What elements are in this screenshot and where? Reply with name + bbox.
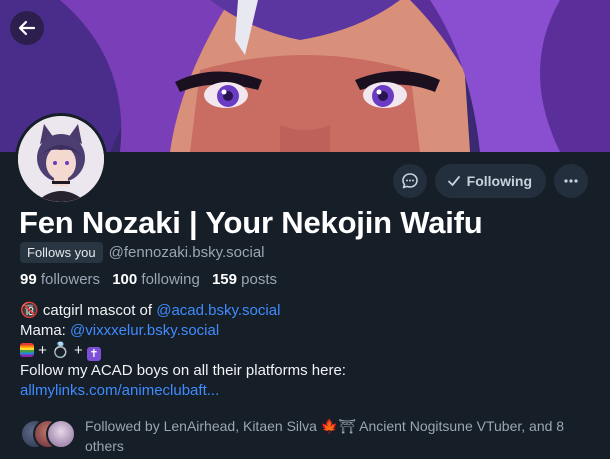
following-label: following [141, 271, 200, 288]
followers-link[interactable]: 99 followers [20, 271, 108, 288]
ellipsis-icon [564, 179, 578, 183]
more-options-button[interactable] [554, 164, 588, 198]
followed-by-avatars [20, 419, 76, 451]
bio-line-2: Mama: @vixxxelur.bsky.social [20, 321, 600, 341]
following-button[interactable]: Following [434, 164, 546, 198]
posts-stat: 159 posts [212, 271, 277, 288]
avatar-image [18, 116, 104, 202]
profile-stats: 99 followers 100 following 159 posts [20, 271, 277, 288]
profile-avatar[interactable] [15, 113, 107, 205]
check-icon [447, 176, 460, 186]
bio-line-1: 🔞 catgirl mascot of @acad.bsky.social [20, 301, 600, 321]
bio-plus-1: + [34, 342, 52, 359]
following-count: 100 [112, 271, 138, 288]
cross-icon: ✝ [86, 347, 101, 361]
acad-mention-link[interactable]: @acad.bsky.social [156, 302, 280, 319]
adult-only-emoji: 🔞 [20, 302, 39, 319]
allmylinks-link[interactable]: allmylinks.com/animeclubaft... [20, 382, 219, 399]
followed-by-section[interactable]: Followed by LenAirhead, Kitaen Silva 🍁⛩ … [20, 416, 600, 456]
bio-text-1: catgirl mascot of [38, 302, 157, 319]
followers-label: followers [40, 271, 101, 288]
rainbow-flag-icon [20, 343, 34, 357]
bio-line-3: + 💍 + ✝ [20, 341, 600, 361]
bio-line-5: allmylinks.com/animeclubaft... [20, 381, 600, 401]
profile-handle[interactable]: @fennozaki.bsky.social [109, 244, 265, 261]
followers-count: 99 [20, 271, 37, 288]
arrow-left-icon [18, 20, 36, 36]
bio-line-4: Follow my ACAD boys on all their platfor… [20, 362, 346, 379]
mama-mention-link[interactable]: @vixxxelur.bsky.social [70, 322, 219, 339]
profile-bio: 🔞 catgirl mascot of @acad.bsky.social Ma… [20, 301, 600, 401]
message-button[interactable] [392, 164, 427, 198]
bio-plus-2: + [69, 342, 87, 359]
back-button[interactable] [10, 11, 44, 45]
ring-emoji: 💍 [51, 342, 70, 359]
follower-avatar-3 [46, 419, 76, 449]
display-name: Fen Nozaki | Your Nekojin Waifu [19, 205, 483, 240]
following-link[interactable]: 100 following [112, 271, 208, 288]
follows-you-badge: Follows you [20, 242, 103, 263]
profile-actions: Following [392, 164, 588, 198]
handle-row: Follows you @fennozaki.bsky.social [20, 242, 265, 263]
followed-by-text: Followed by LenAirhead, Kitaen Silva 🍁⛩ … [85, 418, 565, 454]
posts-count: 159 [211, 271, 237, 288]
following-button-label: Following [466, 173, 532, 189]
bio-text-2: Mama: [20, 322, 71, 339]
posts-label: posts [241, 271, 278, 288]
chat-bubble-icon [401, 173, 418, 189]
